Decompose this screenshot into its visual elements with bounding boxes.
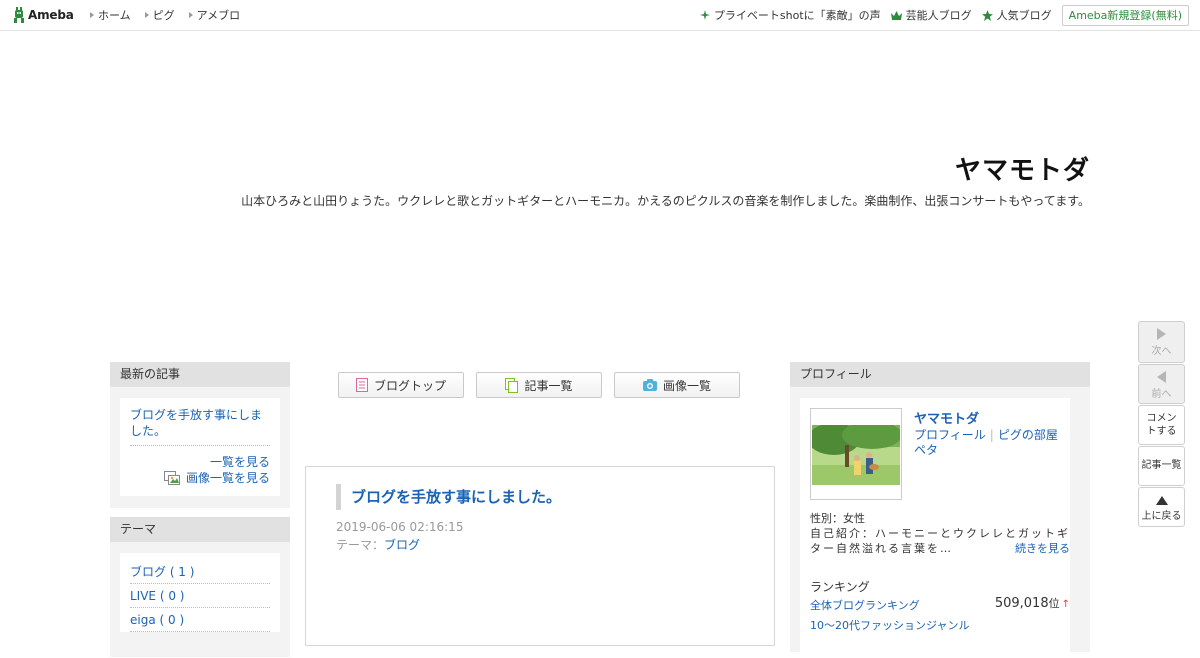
theme-item[interactable]: LIVE ( 0 ) [130, 585, 270, 608]
floating-side-nav: 次へ 前へ コメントする 記事一覧 上に戻る [1138, 321, 1185, 528]
star-icon [981, 9, 993, 21]
article-theme-prefix: テーマ： [336, 538, 385, 552]
profile-more-link[interactable]: 続きを見る [1015, 541, 1070, 556]
tab-image-list-label: 画像一覧 [662, 378, 711, 393]
global-nav: ホーム ピグ アメブロ [90, 0, 254, 30]
register-button[interactable]: Ameba新規登録(無料) [1061, 4, 1189, 26]
ranking-unit: 位 [1048, 597, 1060, 610]
profile-heading: プロフィール [790, 362, 1090, 387]
ranking-overall: 全体ブログランキング 509,018位 ↑ [810, 595, 1070, 613]
nav-home[interactable]: ホーム [90, 7, 131, 23]
recent-posts-heading: 最新の記事 [110, 362, 290, 387]
private-shot-link[interactable]: プライベートshotに「素敵」の声 [699, 7, 881, 23]
prev-post-button[interactable]: 前へ [1138, 364, 1185, 404]
triangle-right-icon [144, 12, 149, 18]
article-theme-link[interactable]: ブログ [384, 538, 420, 552]
ranking-genre-link[interactable]: 10〜20代ファッションジャンル [810, 617, 969, 633]
celebrity-blog-label: 芸能人ブログ [905, 9, 972, 22]
profile-gender: 性別：女性 [810, 512, 865, 525]
back-to-top-label: 上に戻る [1141, 511, 1182, 522]
peta-link[interactable]: ペタ [914, 443, 938, 457]
camera-icon [642, 379, 657, 391]
global-header: Ameba ホーム ピグ アメブロ プライベートshotに「素敵」の声 芸能人ブ… [0, 0, 1200, 31]
arrow-right-icon [1157, 328, 1166, 340]
profile-photo[interactable] [810, 408, 902, 500]
sparkle-icon [699, 10, 710, 20]
ameba-mascot-icon [14, 7, 24, 23]
recent-post-link[interactable]: ブログを手放す事にしました。 [130, 407, 270, 446]
theme-item[interactable]: ブログ ( 1 ) [130, 561, 270, 584]
view-images-label: 画像一覧を見る [185, 471, 270, 485]
recent-posts-body: ブログを手放す事にしました。 一覧を見る 画像一覧を見る [120, 398, 280, 496]
ranking-value-group: 509,018位 ↑ [995, 595, 1070, 611]
ranking-value: 509,018 [994, 596, 1049, 611]
ranking-heading: ランキング [810, 580, 870, 594]
blog-description: 山本ひろみと山田りょうた。ウクレレと歌とガットギターとハーモニカ。かえるのピクル… [241, 194, 1090, 208]
profile-link[interactable]: プロフィール [914, 428, 986, 442]
ranking-up-icon: ↑ [1061, 599, 1070, 610]
back-to-top-button[interactable]: 上に戻る [1138, 487, 1185, 527]
nav-ameblo-label: アメブロ [196, 9, 241, 22]
link-separator: | [989, 428, 994, 442]
prev-post-label: 前へ [1151, 389, 1172, 400]
nav-home-label: ホーム [98, 9, 131, 22]
nav-ameblo[interactable]: アメブロ [188, 7, 241, 23]
profile-panel: プロフィール ヤマモトダ プロフィール | ピグの部屋 ペタ 性別：女性 自己紹… [790, 362, 1090, 658]
tab-blog-top-label: ブログトップ [373, 378, 446, 393]
popular-blog-link[interactable]: 人気ブログ [981, 7, 1052, 23]
next-post-button[interactable]: 次へ [1138, 321, 1185, 363]
article-list-button[interactable]: 記事一覧 [1138, 446, 1185, 486]
blog-title[interactable]: ヤマモトダ [955, 150, 1090, 187]
article-theme: テーマ：ブログ [336, 536, 420, 553]
arrow-left-icon [1157, 371, 1166, 383]
ameba-logo[interactable]: Ameba [13, 7, 74, 23]
profile-photo-image [812, 425, 900, 485]
triangle-right-icon [90, 12, 94, 18]
crown-icon [890, 10, 902, 20]
tab-article-list-label: 記事一覧 [524, 378, 573, 393]
article-datetime: 2019-06-06 02:16:15 [336, 520, 464, 534]
article-card: ブログを手放す事にしました。 2019-06-06 02:16:15 テーマ：ブ… [305, 466, 775, 646]
profile-body: ヤマモトダ プロフィール | ピグの部屋 ペタ 性別：女性 自己紹介：ハーモニーとウ… [800, 398, 1070, 658]
tab-article-list[interactable]: 記事一覧 [476, 372, 602, 398]
ameba-logo-text: Ameba [28, 8, 74, 22]
arrow-up-icon [1155, 496, 1168, 505]
tab-blog-top[interactable]: ブログトップ [338, 372, 464, 398]
ranking-overall-link[interactable]: 全体ブログランキング [810, 599, 920, 612]
nav-pigg-label: ピグ [152, 9, 175, 22]
blog-tabs: ブログトップ 記事一覧 画像一覧 [338, 372, 752, 398]
global-right-links: プライベートshotに「素敵」の声 芸能人ブログ 人気ブログ Ameba新規登録… [690, 0, 1200, 30]
triangle-right-icon [188, 12, 193, 18]
themes-heading: テーマ [110, 517, 290, 542]
pigg-room-link[interactable]: ピグの部屋 [998, 428, 1058, 442]
profile-name[interactable]: ヤマモトダ [914, 408, 979, 427]
comment-button[interactable]: コメントする [1138, 405, 1185, 445]
tab-image-list[interactable]: 画像一覧 [614, 372, 740, 398]
image-gallery-icon [163, 471, 180, 485]
pages-icon [505, 377, 519, 393]
nav-pigg[interactable]: ピグ [144, 7, 175, 23]
comment-label: コメントする [1146, 413, 1177, 437]
private-shot-label: プライベートshotに「素敵」の声 [713, 9, 881, 22]
themes-list: ブログ ( 1 ) LIVE ( 0 ) eiga ( 0 ) [120, 553, 280, 632]
themes-panel: テーマ ブログ ( 1 ) LIVE ( 0 ) eiga ( 0 ) [110, 517, 290, 657]
next-post-label: 次へ [1151, 346, 1172, 357]
article-title[interactable]: ブログを手放す事にしました。 [336, 484, 561, 510]
profile-info: 性別：女性 自己紹介：ハーモニーとウクレレとガットギター自然溢れる言葉を… 続き… [810, 511, 1070, 556]
profile-links: プロフィール | ピグの部屋 ペタ [914, 428, 1058, 458]
view-all-posts-link[interactable]: 一覧を見る [130, 454, 270, 470]
celebrity-blog-link[interactable]: 芸能人ブログ [890, 7, 972, 23]
document-icon [355, 378, 368, 392]
theme-item[interactable]: eiga ( 0 ) [130, 609, 270, 632]
recent-posts-panel: 最新の記事 ブログを手放す事にしました。 一覧を見る 画像一覧を見る [110, 362, 290, 508]
view-images-link[interactable]: 画像一覧を見る [130, 470, 270, 486]
popular-blog-label: 人気ブログ [996, 9, 1052, 22]
